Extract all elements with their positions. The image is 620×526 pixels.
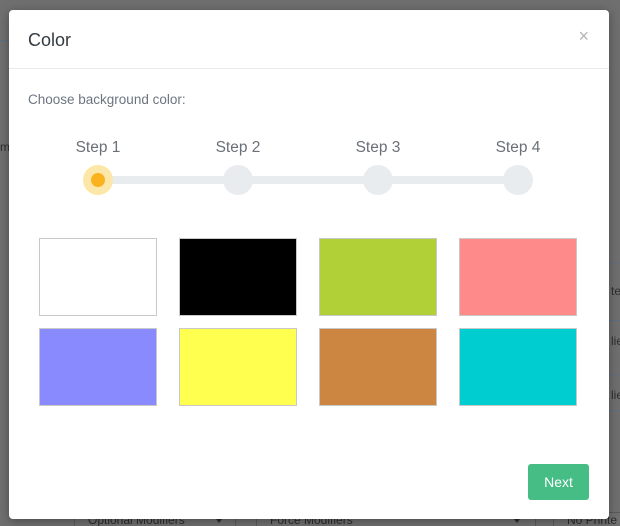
modal-title: Color (28, 30, 72, 50)
modal-header-divider (9, 68, 609, 69)
background-divider (609, 262, 620, 263)
background-text-fragment: lie (611, 334, 620, 348)
step-3-dot[interactable] (363, 165, 393, 195)
swatch-salmon[interactable] (459, 238, 577, 316)
step-4-label: Step 4 (495, 139, 541, 156)
chevron-down-icon (216, 519, 222, 523)
swatch-brown[interactable] (319, 328, 437, 406)
background-text-fragment: lie (611, 388, 620, 402)
step-2-dot[interactable] (223, 165, 253, 195)
swatch-cyan[interactable] (459, 328, 577, 406)
swatch-yellow-green[interactable] (319, 238, 437, 316)
step-2-label: Step 2 (215, 139, 261, 156)
background-divider (609, 320, 620, 321)
stepper-track (98, 176, 518, 184)
swatch-black[interactable] (179, 238, 297, 316)
next-button[interactable]: Next (528, 464, 589, 500)
swatch-yellow[interactable] (179, 328, 297, 406)
swatch-periwinkle[interactable] (39, 328, 157, 406)
step-1-label: Step 1 (75, 139, 121, 156)
chevron-down-icon (514, 519, 520, 523)
step-1-dot[interactable] (83, 165, 113, 195)
swatch-white[interactable] (39, 238, 157, 316)
color-modal: Color × Choose background color: Step 1 … (9, 10, 609, 519)
background-divider (609, 410, 620, 411)
background-divider (0, 40, 9, 41)
background-color-prompt: Choose background color: (28, 92, 186, 107)
step-4-dot[interactable] (503, 165, 533, 195)
background-text-fragment: ter (611, 284, 620, 298)
background-text-fragment: m (0, 140, 9, 154)
background-divider (609, 374, 620, 375)
close-icon[interactable]: × (578, 27, 589, 45)
step-3-label: Step 3 (355, 139, 401, 156)
step-active-indicator (91, 173, 105, 187)
